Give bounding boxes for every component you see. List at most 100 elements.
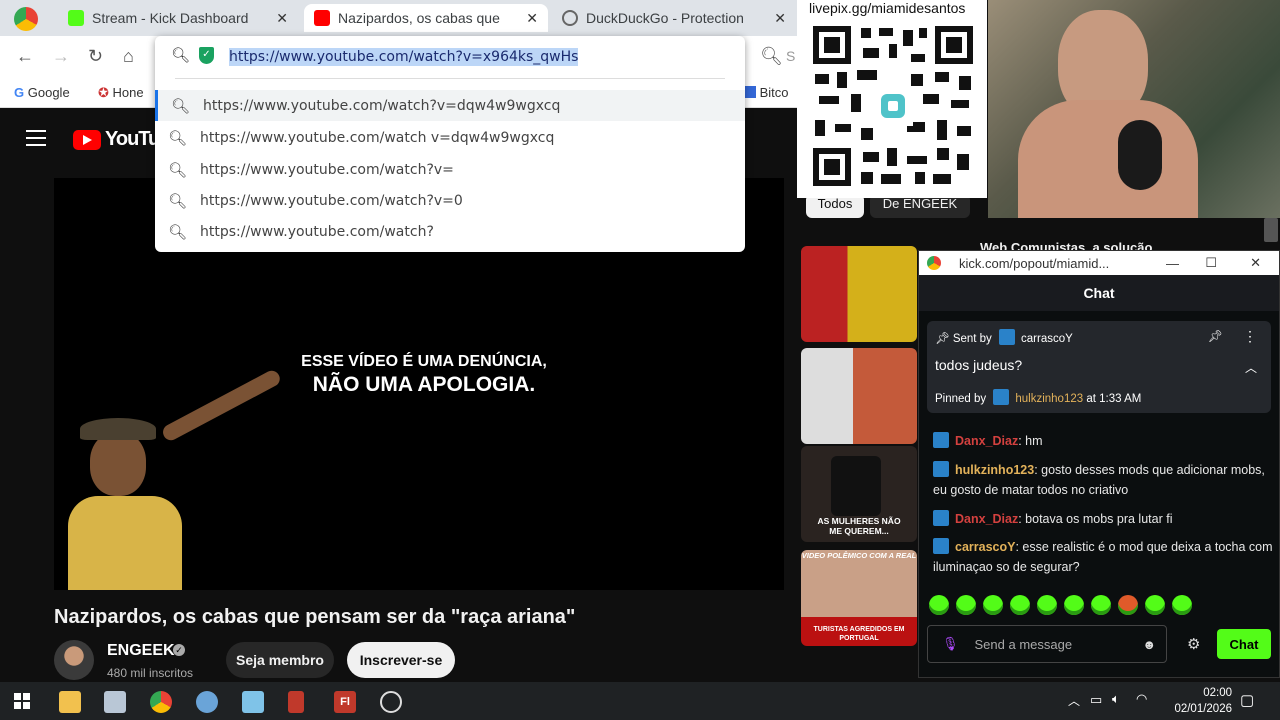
chat-username[interactable]: Danx_Diaz	[955, 434, 1018, 448]
taskbar-clock[interactable]: 02:00 02/01/2026	[1174, 685, 1232, 717]
related-thumbnail-4[interactable]: VIDEO POLÊMICO COM A REAL TURISTAS AGRED…	[801, 550, 917, 646]
kick-chat-popout: kick.com/popout/miamid... — ☐ ✕ Chat 📌︎ …	[918, 250, 1280, 678]
bookmark-label: Hone	[112, 85, 144, 100]
browser-logo-icon[interactable]	[14, 7, 38, 31]
settings-gear-icon[interactable]: ⚙	[1187, 635, 1200, 653]
chat-input-placeholder: Send a message	[974, 636, 1073, 652]
user-badge-icon	[933, 432, 949, 448]
chat-username[interactable]: Danx_Diaz	[955, 512, 1018, 526]
browser-taskbar-icon[interactable]	[150, 691, 172, 713]
channel-name[interactable]: ENGEEK	[107, 642, 175, 660]
search-icon: 🔍︎	[167, 128, 188, 147]
close-icon[interactable]: ✕	[276, 10, 288, 27]
popout-url: kick.com/popout/miamid...	[959, 255, 1110, 271]
channel-avatar[interactable]	[54, 640, 94, 680]
emote-icon[interactable]	[956, 595, 976, 615]
bookmark-home[interactable]: ✪ Hone	[98, 85, 144, 101]
omnibox-suggestion[interactable]: 🔍︎ https://www.youtube.com/watch?	[155, 216, 745, 247]
pinned-sender[interactable]: carrascoY	[1021, 333, 1073, 345]
emote-icon[interactable]	[1010, 595, 1030, 615]
close-icon[interactable]: ✕	[774, 10, 786, 27]
omnibox-suggestion[interactable]: 🔍︎ https://www.youtube.com/watch v=dqw4w9…	[155, 122, 745, 153]
emote-icon[interactable]	[1037, 595, 1057, 615]
subscribe-button[interactable]: Inscrever-se	[347, 642, 455, 678]
pinned-by-label: Pinned by	[935, 393, 987, 405]
back-arrow-icon[interactable]: ←	[16, 46, 34, 67]
tab-kick-dashboard[interactable]: Stream - Kick Dashboard ✕	[58, 4, 298, 32]
omnibox-suggestion[interactable]: 🔍︎ https://www.youtube.com/watch?v=dqw4w9…	[155, 90, 745, 121]
omnibox-suggestion[interactable]: 🔍︎ https://www.youtube.com/watch?v=0	[155, 185, 745, 216]
emote-icon[interactable]	[929, 595, 949, 615]
emote-icon[interactable]	[1172, 595, 1192, 615]
tray-chevron-icon[interactable]: ︿	[1068, 692, 1080, 709]
microphone-icon[interactable]: 🎙︎	[942, 636, 959, 652]
file-explorer-icon[interactable]	[59, 691, 81, 713]
emote-bar	[929, 595, 1192, 615]
chat-text: : hm	[1018, 434, 1043, 448]
related-thumbnail-3[interactable]: AS MULHERES NÃO ME QUEREM...	[801, 446, 917, 542]
chat-message-input[interactable]: 🎙︎ Send a message ☻	[927, 625, 1167, 663]
subscriber-count: 480 mil inscritos	[107, 666, 194, 680]
flash-icon[interactable]: Fl	[334, 691, 356, 713]
join-member-button[interactable]: Seja membro	[226, 642, 334, 678]
emote-icon[interactable]	[1118, 595, 1138, 615]
video-overlay-line2: NÃO UMA APOLOGIA.	[312, 373, 536, 396]
video-title: Nazipardos, os cabas que pensam ser da "…	[54, 606, 576, 628]
related-thumbnail-2[interactable]	[801, 348, 917, 444]
notifications-icon[interactable]: ▢	[1240, 691, 1254, 709]
home-icon[interactable]: ⌂	[123, 46, 134, 67]
pinned-sent-by-row: 📌︎ Sent by carrascoY	[935, 329, 1073, 345]
video-overlay-line1: ESSE VÍDEO É UMA DENÚNCIA,	[301, 353, 547, 370]
tab-youtube-video[interactable]: Nazipardos, os cabas que ✕	[304, 4, 548, 32]
network-icon[interactable]: ▭	[1090, 692, 1102, 708]
omnibox-suggestion[interactable]: 🔍︎ https://www.youtube.com/watch?v=	[155, 154, 745, 185]
close-icon[interactable]: ✕	[526, 10, 538, 27]
chat-username[interactable]: hulkzinho123	[955, 463, 1034, 477]
paint-icon[interactable]	[196, 691, 218, 713]
bookmark-icon	[744, 86, 756, 98]
volume-icon[interactable]: 🔈︎	[1112, 691, 1120, 707]
related-thumbnail-1[interactable]	[801, 246, 917, 342]
youtube-play-icon	[73, 129, 101, 150]
emote-icon[interactable]	[1091, 595, 1111, 615]
pinned-by-user[interactable]: hulkzinho123	[1015, 393, 1083, 405]
more-options-icon[interactable]: ⋮	[1243, 328, 1257, 345]
notes-icon[interactable]	[242, 691, 264, 713]
emoji-icon[interactable]: ☻	[1142, 637, 1156, 652]
forward-arrow-icon[interactable]: →	[52, 46, 70, 67]
close-icon[interactable]: ✕	[1250, 255, 1261, 271]
security-shield-icon: ✓	[199, 47, 214, 64]
wifi-icon[interactable]: ◠	[1136, 691, 1147, 707]
collapse-icon[interactable]: ︿	[1245, 359, 1257, 376]
webcam-body	[1018, 100, 1198, 218]
chat-message: hulkzinho123: gosto desses mods que adic…	[933, 460, 1273, 500]
bookmark-bitcoin[interactable]: Bitco	[744, 85, 789, 100]
omnibox-url-input[interactable]: https://www.youtube.com/watch?v=x964ks_q…	[229, 48, 579, 66]
calculator-icon[interactable]	[288, 691, 304, 713]
thumbnail-caption: TURISTAS AGREDIDOS EM PORTUGAL	[813, 626, 905, 642]
send-chat-button[interactable]: Chat	[1217, 629, 1271, 659]
emote-icon[interactable]	[1064, 595, 1084, 615]
suggestion-text: https://www.youtube.com/watch v=dqw4w9wg…	[200, 129, 555, 146]
browser-tab-bar: Stream - Kick Dashboard ✕ Nazipardos, os…	[0, 0, 800, 36]
app-icon[interactable]	[104, 691, 126, 713]
bookmark-google[interactable]: G Google	[14, 85, 70, 100]
reload-icon[interactable]: ↻	[88, 46, 103, 67]
right-search-fragment[interactable]: S	[786, 48, 795, 64]
start-windows-icon[interactable]	[14, 693, 30, 709]
minimize-icon[interactable]: —	[1166, 256, 1179, 271]
sent-by-label: Sent by	[952, 333, 992, 345]
emote-icon[interactable]	[983, 595, 1003, 615]
search-icon[interactable]: 🔍︎	[760, 46, 783, 67]
obs-icon[interactable]	[380, 691, 402, 713]
scrollbar[interactable]	[1264, 218, 1278, 242]
tab-duckduckgo[interactable]: DuckDuckGo - Protection ✕	[552, 4, 796, 32]
unpin-icon[interactable]: 📌︎	[1208, 329, 1223, 343]
emote-icon[interactable]	[1145, 595, 1165, 615]
maximize-icon[interactable]: ☐	[1205, 255, 1217, 271]
suggestion-text: https://www.youtube.com/watch?v=dqw4w9wg…	[203, 97, 561, 114]
menu-icon[interactable]	[26, 130, 46, 146]
chat-message: Danx_Diaz: botava os mobs pra lutar fi	[933, 509, 1273, 529]
suggestion-text: https://www.youtube.com/watch?v=0	[200, 192, 463, 209]
chat-username[interactable]: carrascoY	[955, 540, 1015, 554]
